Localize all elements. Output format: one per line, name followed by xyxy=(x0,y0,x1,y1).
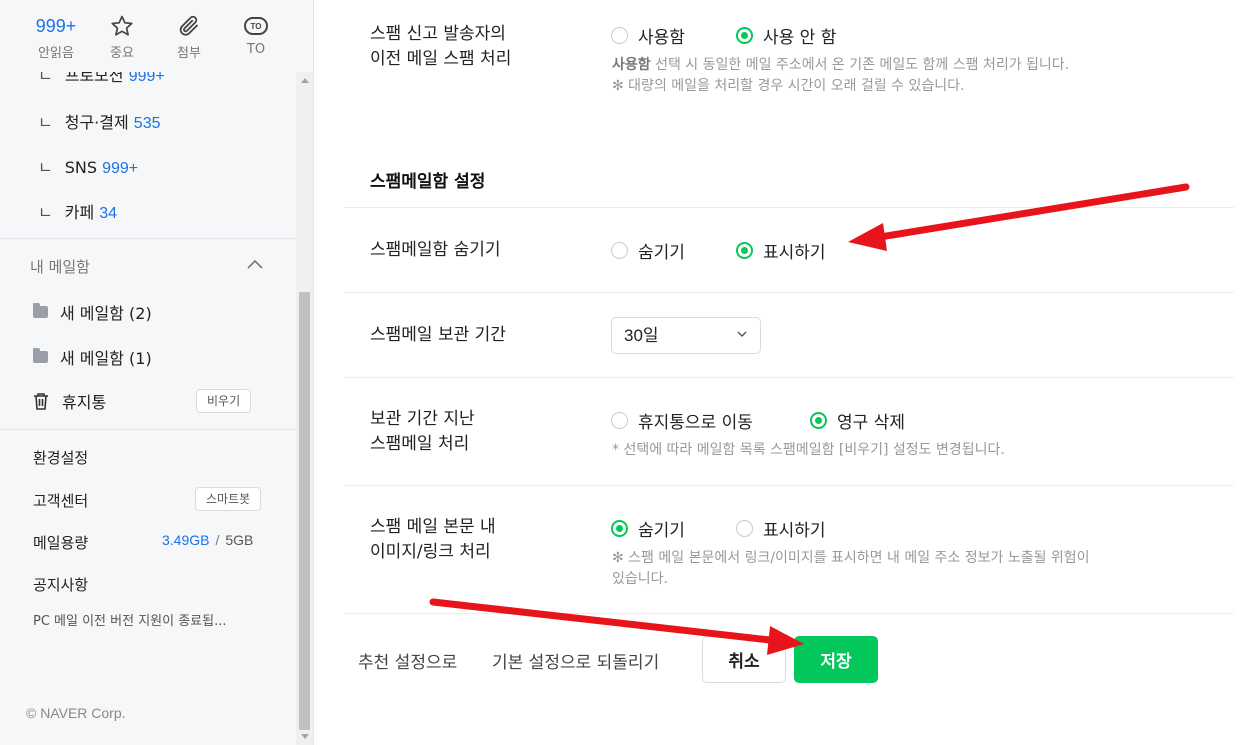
prior-spam-off-radio[interactable]: 사용 안 함 xyxy=(736,23,836,48)
row-divider xyxy=(344,485,1234,486)
sidebar-subfolder-cafe[interactable]: ㄴ 카페 34 xyxy=(38,199,117,223)
attachment-label: 첨부 xyxy=(177,46,201,61)
important-filter[interactable]: 중요 xyxy=(92,12,152,61)
prior-spam-label: 스팸 신고 발송자의 이전 메일 스팸 처리 xyxy=(370,24,512,69)
empty-trash-button[interactable]: 비우기 xyxy=(196,389,252,413)
unread-filter[interactable]: 999+ 안읽음 xyxy=(26,12,86,62)
sidebar-subfolder-sns[interactable]: ㄴ SNS 999+ xyxy=(38,154,138,178)
scroll-down-arrow-icon[interactable] xyxy=(301,734,309,739)
expired-delete-radio[interactable]: 영구 삭제 xyxy=(810,408,905,433)
radio-checked-icon xyxy=(736,242,753,259)
attachment-filter[interactable]: 첨부 xyxy=(159,12,219,61)
folder-icon xyxy=(33,303,48,318)
spam-settings-panel: 스팸 신고 발송자의 이전 메일 스팸 처리 사용함 사용 안 함 사용함 선택… xyxy=(314,0,1245,745)
radio-checked-icon xyxy=(810,412,827,429)
settings-link[interactable]: 환경설정 xyxy=(33,447,88,468)
cancel-button[interactable]: 취소 xyxy=(702,636,786,683)
prior-spam-description: 사용함 선택 시 동일한 메일 주소에서 온 기존 메일도 함께 스팸 처리가 … xyxy=(612,57,1070,94)
hide-spam-show-radio[interactable]: 표시하기 xyxy=(736,238,826,263)
expired-description: * 선택에 따라 메일함 목록 스팸메일함 [비우기] 설정도 변경됩니다. xyxy=(612,442,1005,458)
hide-spam-label: 스팸메일함 숨기기 xyxy=(370,240,501,260)
sidebar-subfolder-billing[interactable]: ㄴ 청구·결제 535 xyxy=(38,109,161,133)
to-me-filter[interactable]: TO TO xyxy=(226,12,286,57)
row-divider xyxy=(344,292,1234,293)
row-divider xyxy=(344,613,1234,614)
reset-defaults-button[interactable]: 기본 설정으로 되돌리기 xyxy=(492,648,659,673)
radio-icon xyxy=(611,27,628,44)
quick-filter-bar: 999+ 안읽음 중요 첨부 TO TO xyxy=(0,0,296,72)
expired-spam-label: 보관 기간 지난 스팸메일 처리 xyxy=(370,409,475,454)
sidebar: ㄴ 프로모션 999+ 999+ 안읽음 중요 첨부 TO TO ㄴ 청구·결제 5… xyxy=(0,0,314,745)
radio-icon xyxy=(736,520,753,537)
star-icon xyxy=(92,12,152,40)
sidebar-folder-new-2[interactable]: 새 메일함 (2) xyxy=(33,300,152,324)
to-badge-icon: TO xyxy=(244,17,268,35)
trash-icon xyxy=(34,393,48,410)
scroll-up-arrow-icon[interactable] xyxy=(301,78,309,83)
radio-checked-icon xyxy=(736,27,753,44)
unread-count: 999+ xyxy=(35,15,77,36)
customer-center-link[interactable]: 고객센터 xyxy=(33,490,88,511)
row-divider xyxy=(344,377,1234,378)
hide-spam-hide-radio[interactable]: 숨기기 xyxy=(611,238,685,263)
sidebar-scrollbar[interactable] xyxy=(296,72,313,745)
chevron-up-icon[interactable] xyxy=(246,258,264,270)
body-media-hide-radio[interactable]: 숨기기 xyxy=(611,516,685,541)
body-media-show-radio[interactable]: 표시하기 xyxy=(736,516,826,541)
retention-select[interactable]: 30일 xyxy=(611,317,761,354)
spam-mailbox-section-title: 스팸메일함 설정 xyxy=(370,172,486,192)
prior-spam-use-radio[interactable]: 사용함 xyxy=(611,23,685,48)
my-mailbox-title: 내 메일함 xyxy=(30,258,90,276)
save-button[interactable]: 저장 xyxy=(794,636,878,683)
row-divider xyxy=(344,207,1234,208)
smartbot-button[interactable]: 스마트봇 xyxy=(195,487,262,511)
storage-usage: 3.49GB/5GB xyxy=(162,532,254,548)
important-label: 중요 xyxy=(110,46,134,61)
scroll-thumb[interactable] xyxy=(299,292,310,730)
notice-text[interactable]: PC 메일 이전 버전 지원이 종료됩... xyxy=(33,610,227,629)
paperclip-icon xyxy=(159,12,219,40)
expired-trash-radio[interactable]: 휴지통으로 이동 xyxy=(611,408,753,433)
radio-icon xyxy=(611,242,628,259)
radio-checked-icon xyxy=(611,520,628,537)
chevron-down-icon xyxy=(737,331,747,337)
radio-icon xyxy=(611,412,628,429)
sidebar-divider xyxy=(0,238,296,239)
sidebar-trash[interactable]: 휴지통 xyxy=(32,389,106,413)
sidebar-folder-new-1[interactable]: 새 메일함 (1) xyxy=(33,345,152,369)
sidebar-divider xyxy=(0,429,296,430)
to-me-label: TO xyxy=(246,42,266,57)
retention-label: 스팸메일 보관 기간 xyxy=(370,325,506,345)
storage-label: 메일용량 xyxy=(33,534,89,552)
body-media-label: 스팸 메일 본문 내 이미지/링크 처리 xyxy=(370,517,496,562)
notice-link[interactable]: 공지사항 xyxy=(33,574,88,595)
recommended-settings-button[interactable]: 추천 설정으로 xyxy=(358,648,457,673)
folder-icon xyxy=(33,348,48,363)
body-media-description: ✻ 스팸 메일 본문에서 링크/이미지를 표시하면 내 메일 주소 정보가 노출… xyxy=(612,550,1090,587)
copyright: © NAVER Corp. xyxy=(26,705,126,721)
unread-label: 안읽음 xyxy=(38,46,74,61)
